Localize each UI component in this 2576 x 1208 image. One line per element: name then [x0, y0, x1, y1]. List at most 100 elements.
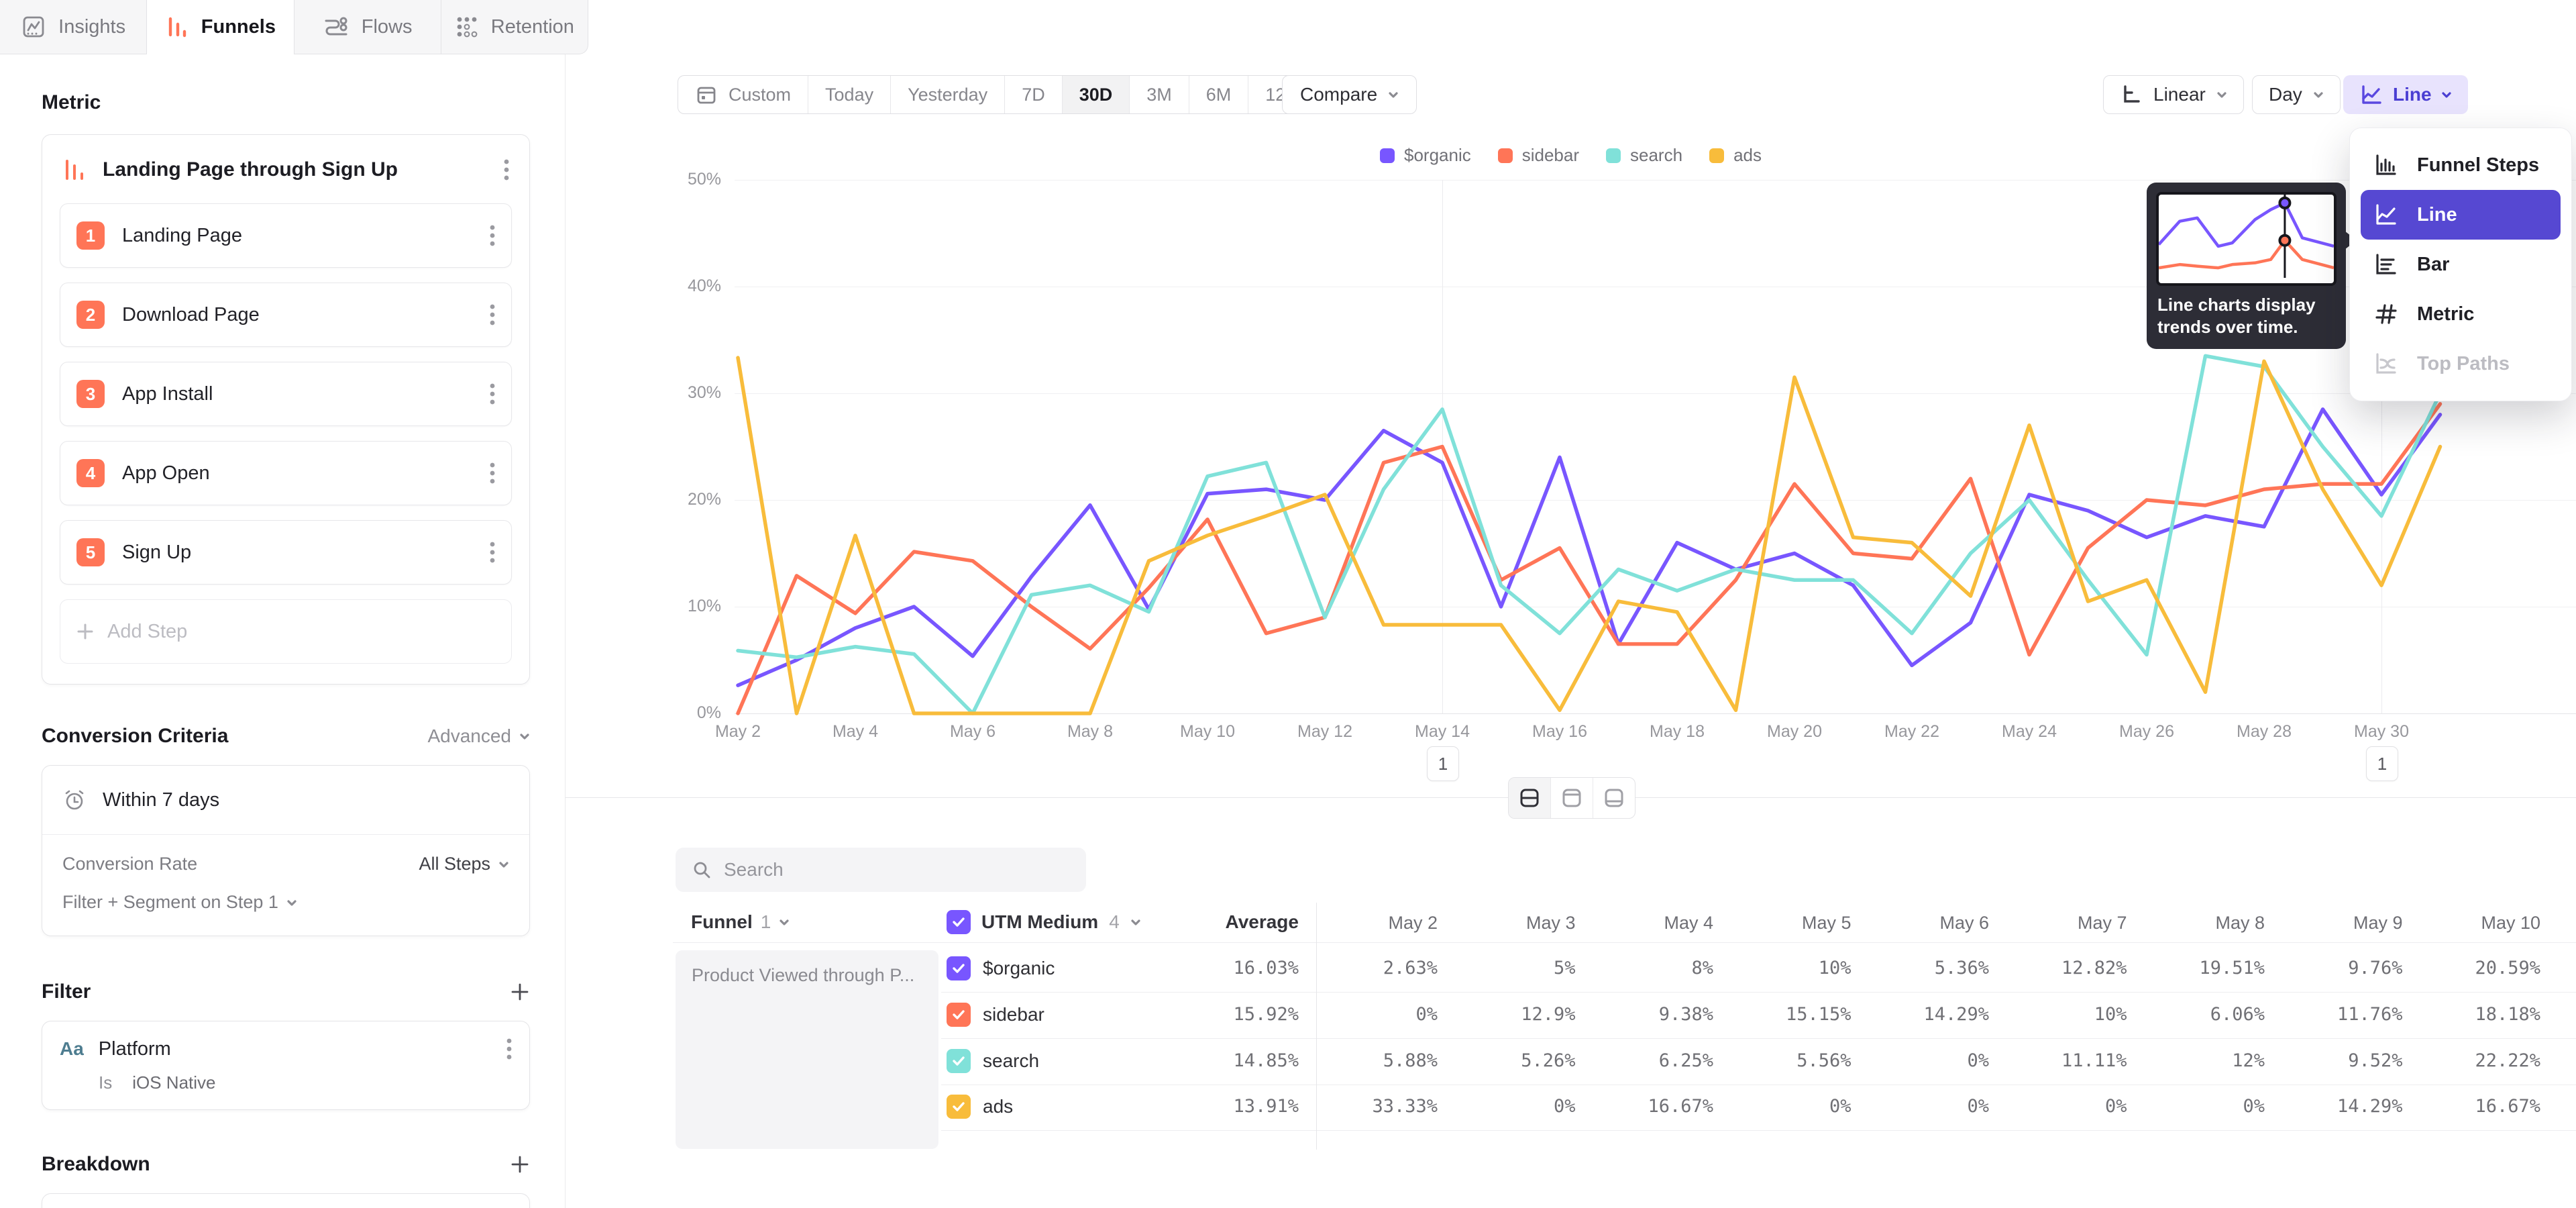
legend-item[interactable]: ads	[1709, 145, 1762, 166]
x-axis-label: May 16	[1503, 722, 1617, 742]
conversion-mode-dropdown[interactable]: Advanced	[427, 725, 530, 747]
view-toggle-chart-only[interactable]	[1550, 778, 1593, 818]
chart-type-dropdown[interactable]: Line	[2343, 75, 2468, 114]
breakdown-column-header[interactable]: UTM Medium 4	[947, 905, 1141, 940]
row-cell-value: 10%	[1993, 1004, 2127, 1025]
filter-value[interactable]: iOS Native	[132, 1072, 215, 1093]
filter-operator[interactable]: Is	[99, 1072, 112, 1093]
conversion-window-label: Within 7 days	[103, 789, 219, 811]
row-checkbox[interactable]	[947, 956, 971, 980]
range-6m[interactable]: 6M	[1189, 76, 1248, 113]
row-cell-value: 8%	[1579, 958, 1713, 978]
y-axis-label: 0%	[566, 703, 721, 723]
row-cell-value: 20.59%	[2406, 958, 2540, 978]
step-kebab-icon[interactable]	[490, 541, 495, 564]
tab-insights[interactable]: Insights	[0, 0, 147, 54]
legend-item[interactable]: sidebar	[1498, 145, 1579, 166]
average-column-header[interactable]: Average	[1165, 911, 1299, 933]
funnel-step-row[interactable]: 5Sign Up	[60, 520, 512, 585]
filter-property[interactable]: Platform	[99, 1038, 171, 1060]
row-label: ads	[983, 1096, 1013, 1117]
row-checkbox[interactable]	[947, 1095, 971, 1119]
step-kebab-icon[interactable]	[490, 303, 495, 326]
conversion-window-row[interactable]: Within 7 days	[42, 766, 529, 834]
filter-segment-dropdown[interactable]: Filter + Segment on Step 1	[62, 892, 278, 913]
row-checkbox[interactable]	[947, 1049, 971, 1073]
range-label: 6M	[1206, 85, 1232, 105]
date-column-header[interactable]: May 10	[2420, 913, 2540, 934]
metric-icon	[2373, 301, 2400, 328]
chevron-down-icon	[498, 859, 509, 870]
legend-swatch	[1380, 148, 1395, 163]
x-axis-label: May 18	[1620, 722, 1734, 742]
date-column-header[interactable]: May 4	[1593, 913, 1713, 934]
table-row[interactable]: sidebar15.92%0%12.9%9.38%15.15%14.29%10%…	[941, 992, 2576, 1039]
funnel-steps-icon	[2373, 152, 2400, 179]
date-column-header[interactable]: May 9	[2282, 913, 2403, 934]
date-column-header[interactable]: May 6	[1868, 913, 1989, 934]
tab-retention[interactable]: Retention	[441, 0, 588, 54]
menu-item-line[interactable]: Line	[2361, 190, 2561, 240]
compare-button[interactable]: Compare	[1282, 75, 1417, 114]
table-row[interactable]: $organic16.03%2.63%5%8%10%5.36%12.82%19.…	[941, 946, 2576, 993]
legend-swatch	[1498, 148, 1513, 163]
date-column-header[interactable]: May 8	[2144, 913, 2265, 934]
menu-item-funnel-steps[interactable]: Funnel Steps	[2361, 140, 2561, 190]
tab-flows[interactable]: Flows	[294, 0, 441, 54]
range-yesterday[interactable]: Yesterday	[890, 76, 1004, 113]
y-axis-label: 30%	[566, 383, 721, 403]
row-cell-value: 11.76%	[2269, 1004, 2403, 1025]
table-search-input[interactable]: Search	[676, 848, 1086, 892]
metric-title[interactable]: Landing Page through Sign Up	[103, 158, 398, 181]
date-column-header[interactable]: May 5	[1731, 913, 1851, 934]
step-kebab-icon[interactable]	[490, 224, 495, 247]
menu-item-label: Top Paths	[2417, 353, 2510, 375]
legend-item[interactable]: $organic	[1380, 145, 1471, 166]
range-today[interactable]: Today	[808, 76, 890, 113]
conversion-card: Within 7 days Conversion Rate All Steps …	[42, 765, 530, 936]
legend-item[interactable]: search	[1606, 145, 1682, 166]
add-step-button[interactable]: Add Step	[60, 599, 512, 664]
annotation-badge[interactable]: 1	[2366, 746, 2398, 781]
legend-label: $organic	[1404, 145, 1471, 166]
row-cell-value: 19.51%	[2131, 958, 2265, 978]
conversion-rate-label: Conversion Rate	[62, 854, 197, 874]
funnel-step-row[interactable]: 4App Open	[60, 441, 512, 505]
tab-funnels[interactable]: Funnels	[147, 0, 294, 54]
range-custom[interactable]: Custom	[678, 76, 808, 113]
metric-kebab-icon[interactable]	[504, 158, 509, 181]
chevron-down-icon	[1388, 89, 1399, 100]
table-row[interactable]: ads13.91%33.33%0%16.67%0%0%0%0%14.29%16.…	[941, 1084, 2576, 1131]
interval-dropdown[interactable]: Day	[2252, 75, 2341, 114]
date-column-header[interactable]: May 7	[2006, 913, 2127, 934]
range-label: Custom	[729, 85, 791, 105]
select-all-checkbox[interactable]	[947, 910, 971, 934]
step-kebab-icon[interactable]	[490, 383, 495, 405]
view-toggle-table-only[interactable]	[1593, 778, 1635, 818]
view-toggle-split[interactable]	[1509, 778, 1550, 818]
funnel-step-row[interactable]: 3App Install	[60, 362, 512, 426]
x-axis-label: May 4	[798, 722, 912, 742]
menu-item-bar[interactable]: Bar	[2361, 240, 2561, 289]
conversion-rate-dropdown[interactable]: All Steps	[419, 854, 509, 874]
filter-kebab-icon[interactable]	[506, 1038, 512, 1060]
filter-section-title: Filter	[42, 980, 91, 1003]
date-column-header[interactable]: May 2	[1317, 913, 1438, 934]
table-row[interactable]: search14.85%5.88%5.26%6.25%5.56%0%11.11%…	[941, 1038, 2576, 1085]
range-3m[interactable]: 3M	[1129, 76, 1189, 113]
annotation-badge[interactable]: 1	[1427, 746, 1459, 781]
add-filter-button[interactable]	[510, 982, 530, 1002]
step-kebab-icon[interactable]	[490, 462, 495, 485]
row-cell-value: 6.25%	[1579, 1050, 1713, 1071]
scale-dropdown[interactable]: Linear	[2103, 75, 2244, 114]
funnel-column-header[interactable]: Funnel 1	[691, 907, 790, 937]
row-checkbox[interactable]	[947, 1003, 971, 1027]
date-column-header[interactable]: May 3	[1455, 913, 1576, 934]
menu-item-metric[interactable]: Metric	[2361, 289, 2561, 339]
table-funnel-cell[interactable]: Product Viewed through P...	[676, 950, 938, 1149]
funnel-step-row[interactable]: 2Download Page	[60, 283, 512, 347]
funnel-step-row[interactable]: 1Landing Page	[60, 203, 512, 268]
range-7d[interactable]: 7D	[1004, 76, 1062, 113]
range-30d[interactable]: 30D	[1062, 76, 1130, 113]
add-breakdown-button[interactable]	[510, 1154, 530, 1174]
